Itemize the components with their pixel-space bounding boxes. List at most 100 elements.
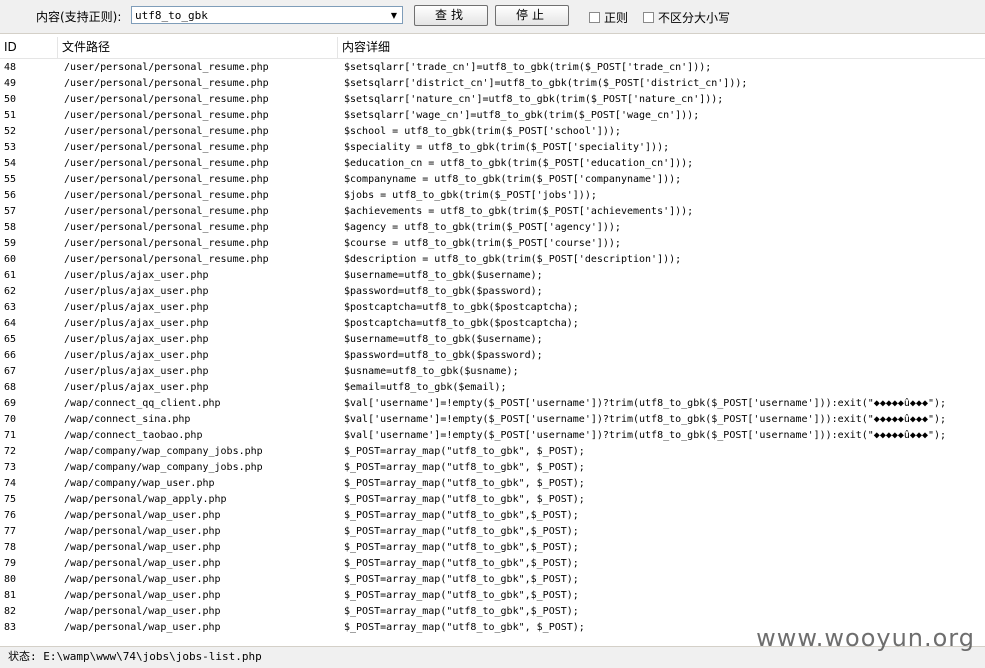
checkbox-box[interactable] xyxy=(589,12,600,23)
table-row[interactable]: 54/user/personal/personal_resume.php $edu… xyxy=(0,156,985,172)
chevron-down-icon[interactable]: ▼ xyxy=(386,7,402,23)
row-path-cell: /wap/connect_qq_client.php xyxy=(64,398,221,409)
row-path-cell: /wap/personal/wap_user.php xyxy=(64,606,221,617)
row-id-cell: 50 xyxy=(4,94,17,105)
row-id-cell: 62 xyxy=(4,286,17,297)
table-row[interactable]: 51/user/personal/personal_resume.php $set… xyxy=(0,108,985,124)
row-id-cell: 72 xyxy=(4,446,17,457)
row-path-cell: /user/personal/personal_resume.php xyxy=(64,126,269,137)
row-path-cell: /user/personal/personal_resume.php xyxy=(64,78,269,89)
row-id-cell: 56 xyxy=(4,190,17,201)
search-label: 内容(支持正则): xyxy=(36,10,122,24)
checkbox-box[interactable] xyxy=(643,12,654,23)
regex-checkbox[interactable]: 正则 xyxy=(589,9,628,26)
table-row[interactable]: 82/wap/personal/wap_user.php $_POST=array… xyxy=(0,604,985,620)
table-row[interactable]: 77/wap/personal/wap_user.php $_POST=array… xyxy=(0,524,985,540)
table-row[interactable]: 75/wap/personal/wap_apply.php $_POST=arra… xyxy=(0,492,985,508)
row-path-cell: /user/personal/personal_resume.php xyxy=(64,222,269,233)
row-detail-cell: $companyname = utf8_to_gbk(trim($_POST['… xyxy=(344,174,682,185)
row-id-cell: 48 xyxy=(4,62,17,73)
table-row[interactable]: 49/user/personal/personal_resume.php $set… xyxy=(0,76,985,92)
row-path-cell: /user/personal/personal_resume.php xyxy=(64,174,269,185)
row-path-cell: /user/plus/ajax_user.php xyxy=(64,270,209,281)
table-row[interactable]: 64/user/plus/ajax_user.php $postcaptcha=u… xyxy=(0,316,985,332)
row-id-cell: 77 xyxy=(4,526,17,537)
table-row[interactable]: 78/wap/personal/wap_user.php $_POST=array… xyxy=(0,540,985,556)
results-table: ID 文件路径 内容详细 48/user/personal/personal_r… xyxy=(0,37,985,644)
row-detail-cell: $username=utf8_to_gbk($username); xyxy=(344,270,543,281)
table-row[interactable]: 79/wap/personal/wap_user.php $_POST=array… xyxy=(0,556,985,572)
table-row[interactable]: 70/wap/connect_sina.php $val['username']=… xyxy=(0,412,985,428)
row-path-cell: /user/personal/personal_resume.php xyxy=(64,158,269,169)
row-detail-cell: $_POST=array_map("utf8_to_gbk",$_POST); xyxy=(344,574,579,585)
row-id-cell: 68 xyxy=(4,382,17,393)
table-row[interactable]: 72/wap/company/wap_company_jobs.php $_POS… xyxy=(0,444,985,460)
row-path-cell: /wap/company/wap_company_jobs.php xyxy=(64,462,263,473)
row-id-cell: 82 xyxy=(4,606,17,617)
row-detail-cell: $setsqlarr['district_cn']=utf8_to_gbk(tr… xyxy=(344,78,748,89)
row-detail-cell: $usname=utf8_to_gbk($usname); xyxy=(344,366,519,377)
row-path-cell: /wap/company/wap_company_jobs.php xyxy=(64,446,263,457)
search-combobox[interactable]: utf8_to_gbk ▼ xyxy=(131,6,403,24)
row-detail-cell: $setsqlarr['nature_cn']=utf8_to_gbk(trim… xyxy=(344,94,724,105)
row-id-cell: 78 xyxy=(4,542,17,553)
table-row[interactable]: 59/user/personal/personal_resume.php $cou… xyxy=(0,236,985,252)
table-body: 48/user/personal/personal_resume.php $set… xyxy=(0,60,985,636)
row-path-cell: /user/personal/personal_resume.php xyxy=(64,190,269,201)
row-detail-cell: $course = utf8_to_gbk(trim($_POST['cours… xyxy=(344,238,621,249)
table-row[interactable]: 62/user/plus/ajax_user.php $password=utf8… xyxy=(0,284,985,300)
row-detail-cell: $postcaptcha=utf8_to_gbk($postcaptcha); xyxy=(344,318,579,329)
row-detail-cell: $speciality = utf8_to_gbk(trim($_POST['s… xyxy=(344,142,670,153)
row-detail-cell: $_POST=array_map("utf8_to_gbk", $_POST); xyxy=(344,494,585,505)
row-id-cell: 74 xyxy=(4,478,17,489)
row-id-cell: 55 xyxy=(4,174,17,185)
row-detail-cell: $education_cn = utf8_to_gbk(trim($_POST[… xyxy=(344,158,694,169)
table-row[interactable]: 67/user/plus/ajax_user.php $usname=utf8_t… xyxy=(0,364,985,380)
table-row[interactable]: 60/user/personal/personal_resume.php $des… xyxy=(0,252,985,268)
table-row[interactable]: 68/user/plus/ajax_user.php $email=utf8_to… xyxy=(0,380,985,396)
status-text: 状态: E:\wamp\www\74\jobs\jobs-list.php xyxy=(8,650,262,663)
row-id-cell: 79 xyxy=(4,558,17,569)
column-header-detail[interactable]: 内容详细 xyxy=(338,37,985,58)
table-row[interactable]: 74/wap/company/wap_user.php $_POST=array_… xyxy=(0,476,985,492)
table-row[interactable]: 76/wap/personal/wap_user.php $_POST=array… xyxy=(0,508,985,524)
table-row[interactable]: 61/user/plus/ajax_user.php $username=utf8… xyxy=(0,268,985,284)
ignore-case-checkbox[interactable]: 不区分大小写 xyxy=(643,9,730,26)
row-path-cell: /user/plus/ajax_user.php xyxy=(64,318,209,329)
column-header-id[interactable]: ID xyxy=(0,37,58,58)
row-id-cell: 70 xyxy=(4,414,17,425)
table-row[interactable]: 73/wap/company/wap_company_jobs.php $_POS… xyxy=(0,460,985,476)
table-row[interactable]: 48/user/personal/personal_resume.php $set… xyxy=(0,60,985,76)
row-id-cell: 49 xyxy=(4,78,17,89)
row-id-cell: 61 xyxy=(4,270,17,281)
row-detail-cell: $username=utf8_to_gbk($username); xyxy=(344,334,543,345)
search-toolbar: 内容(支持正则): utf8_to_gbk ▼ 查找 停止 正则 不区分大小写 xyxy=(0,0,985,34)
table-row[interactable]: 69/wap/connect_qq_client.php $val['userna… xyxy=(0,396,985,412)
table-row[interactable]: 81/wap/personal/wap_user.php $_POST=array… xyxy=(0,588,985,604)
row-detail-cell: $email=utf8_to_gbk($email); xyxy=(344,382,507,393)
table-row[interactable]: 55/user/personal/personal_resume.php $com… xyxy=(0,172,985,188)
table-row[interactable]: 63/user/plus/ajax_user.php $postcaptcha=u… xyxy=(0,300,985,316)
row-path-cell: /wap/connect_sina.php xyxy=(64,414,191,425)
table-row[interactable]: 65/user/plus/ajax_user.php $username=utf8… xyxy=(0,332,985,348)
table-row[interactable]: 56/user/personal/personal_resume.php $job… xyxy=(0,188,985,204)
table-row[interactable]: 80/wap/personal/wap_user.php $_POST=array… xyxy=(0,572,985,588)
table-row[interactable]: 58/user/personal/personal_resume.php $age… xyxy=(0,220,985,236)
row-detail-cell: $val['username']=!empty($_POST['username… xyxy=(344,430,947,441)
row-detail-cell: $password=utf8_to_gbk($password); xyxy=(344,286,543,297)
table-row[interactable]: 66/user/plus/ajax_user.php $password=utf8… xyxy=(0,348,985,364)
row-id-cell: 69 xyxy=(4,398,17,409)
search-input[interactable]: utf8_to_gbk xyxy=(135,8,208,23)
row-detail-cell: $_POST=array_map("utf8_to_gbk",$_POST); xyxy=(344,590,579,601)
table-row[interactable]: 71/wap/connect_taobao.php $val['username'… xyxy=(0,428,985,444)
row-id-cell: 66 xyxy=(4,350,17,361)
find-button[interactable]: 查找 xyxy=(414,5,488,26)
row-id-cell: 76 xyxy=(4,510,17,521)
column-header-path[interactable]: 文件路径 xyxy=(58,37,338,58)
table-row[interactable]: 53/user/personal/personal_resume.php $spe… xyxy=(0,140,985,156)
table-row[interactable]: 52/user/personal/personal_resume.php $sch… xyxy=(0,124,985,140)
table-row[interactable]: 57/user/personal/personal_resume.php $ach… xyxy=(0,204,985,220)
stop-button[interactable]: 停止 xyxy=(495,5,569,26)
table-row[interactable]: 50/user/personal/personal_resume.php $set… xyxy=(0,92,985,108)
row-id-cell: 81 xyxy=(4,590,17,601)
